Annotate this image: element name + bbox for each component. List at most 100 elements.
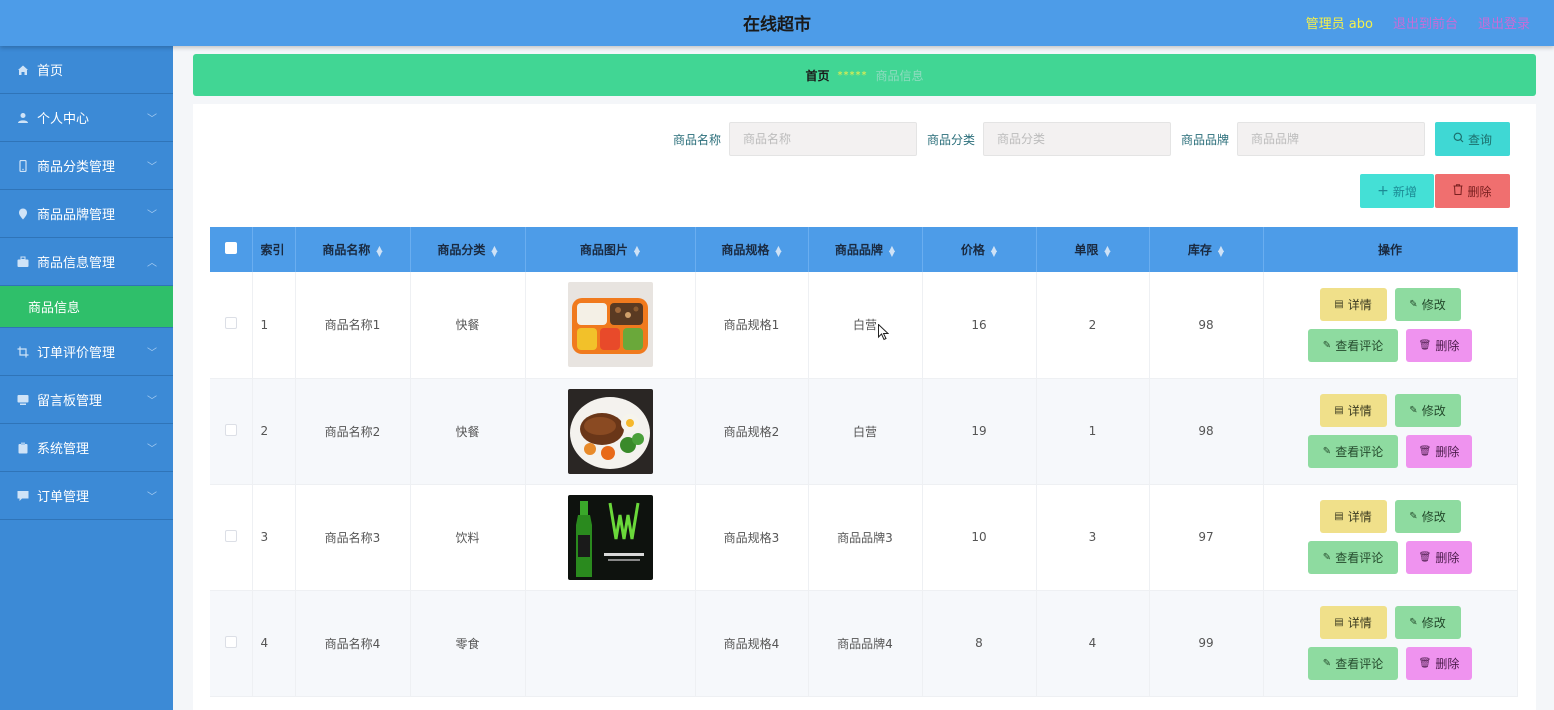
sidebar-item-brand[interactable]: 商品品牌管理 ﹀ bbox=[0, 190, 173, 238]
select-all-checkbox[interactable] bbox=[224, 242, 237, 254]
cell-name: 商品名称3 bbox=[295, 484, 411, 591]
mouse-cursor-icon bbox=[878, 323, 890, 345]
sidebar-item-personal[interactable]: 个人中心 ﹀ bbox=[0, 94, 173, 142]
batch-delete-button[interactable]: 删除 bbox=[1435, 174, 1510, 208]
view-reviews-button[interactable]: ✎ 查看评论 bbox=[1308, 647, 1398, 680]
sort-icon[interactable]: ▲ ▼ bbox=[775, 244, 781, 257]
cell-category: 快餐 bbox=[410, 378, 526, 485]
sidebar-item-goods[interactable]: 商品信息管理 ︿ bbox=[0, 238, 173, 286]
detail-button[interactable]: ▤ 详情 bbox=[1319, 287, 1387, 321]
detail-label: 详情 bbox=[1347, 297, 1372, 312]
sidebar-item-label: 首页 bbox=[37, 64, 64, 79]
sidebar-item-label: 商品品牌管理 bbox=[37, 208, 116, 223]
cell-brand: 白营 bbox=[808, 272, 923, 379]
sort-icon[interactable]: ▲ ▼ bbox=[1104, 244, 1110, 257]
search-category-input[interactable] bbox=[982, 122, 1171, 156]
detail-button[interactable]: ▤ 详情 bbox=[1319, 394, 1387, 427]
sort-icon[interactable]: ▲ ▼ bbox=[1218, 244, 1224, 257]
breadcrumb-separator: ***** bbox=[837, 69, 868, 81]
search-brand-input[interactable] bbox=[1237, 122, 1425, 156]
sidebar-item-label: 订单管理 bbox=[37, 490, 90, 505]
row-checkbox[interactable] bbox=[224, 423, 237, 436]
sidebar-item-review[interactable]: 订单评价管理 ﹀ bbox=[0, 328, 173, 376]
delete-label: 删除 bbox=[1435, 551, 1460, 565]
sidebar-subitem-goods-info[interactable]: 商品信息 bbox=[0, 286, 173, 328]
logout-link[interactable]: 退出登录 bbox=[1478, 13, 1530, 32]
detail-label: 详情 bbox=[1347, 404, 1372, 418]
search-bar: 商品名称 商品分类 商品品牌 查询 bbox=[673, 122, 1510, 156]
view-reviews-button[interactable]: ✎ 查看评论 bbox=[1308, 435, 1398, 468]
edit-label: 修改 bbox=[1421, 297, 1446, 312]
sort-icon[interactable]: ▲ ▼ bbox=[991, 244, 997, 257]
sidebar-item-home[interactable]: 首页 bbox=[0, 46, 173, 94]
chevron-down-icon: ﹀ bbox=[147, 210, 157, 221]
col-header-label: 价格 bbox=[960, 243, 985, 257]
delete-button[interactable]: 🗑 删除 bbox=[1406, 647, 1472, 680]
cell-image bbox=[525, 484, 696, 591]
search-brand-label: 商品品牌 bbox=[1180, 132, 1229, 147]
cell-category: 零食 bbox=[410, 590, 526, 697]
table-header-row: 索引 商品名称 ▲ ▼ 商品分类 ▲ ▼ 商品图片 ▲ ▼ 商品规格 ▲ ▼ 商品品牌 ▲ ▼ 价格… bbox=[210, 227, 1518, 272]
pencil-icon: ✎ bbox=[1409, 511, 1418, 522]
select-all-cell[interactable] bbox=[210, 227, 253, 272]
cell-name: 商品名称2 bbox=[295, 378, 411, 485]
view-reviews-button[interactable]: ✎ 查看评论 bbox=[1308, 328, 1398, 362]
sidebar-item-label: 商品分类管理 bbox=[37, 160, 116, 175]
sort-icon[interactable]: ▲ ▼ bbox=[491, 244, 497, 257]
delete-button[interactable]: 🗑 删除 bbox=[1406, 435, 1472, 468]
col-header-limit[interactable]: 单限 ▲ ▼ bbox=[1036, 227, 1150, 272]
cell-name: 商品名称4 bbox=[295, 590, 411, 697]
search-name-input[interactable] bbox=[728, 122, 917, 156]
back-to-front-link[interactable]: 退出到前台 bbox=[1393, 13, 1458, 32]
sort-icon[interactable]: ▲ ▼ bbox=[889, 244, 895, 257]
edit-button[interactable]: ✎ 修改 bbox=[1394, 287, 1461, 321]
sort-icon[interactable]: ▲ ▼ bbox=[634, 244, 640, 257]
header-links: 管理员 abo 退出到前台 退出登录 bbox=[1306, 13, 1530, 32]
sidebar-item-label: 个人中心 bbox=[37, 112, 90, 127]
query-button-label: 查询 bbox=[1467, 132, 1492, 147]
sort-icon[interactable]: ▲ ▼ bbox=[376, 244, 382, 257]
col-header-category[interactable]: 商品分类 ▲ ▼ bbox=[410, 227, 526, 272]
row-select-cell[interactable] bbox=[210, 484, 253, 591]
sidebar-item-system[interactable]: 系统管理 ﹀ bbox=[0, 424, 173, 472]
row-checkbox[interactable] bbox=[224, 635, 237, 648]
col-header-name[interactable]: 商品名称 ▲ ▼ bbox=[295, 227, 411, 272]
col-header-label: 商品分类 bbox=[437, 243, 486, 257]
col-header-spec[interactable]: 商品规格 ▲ ▼ bbox=[695, 227, 809, 272]
sidebar-subitem-label: 商品信息 bbox=[28, 301, 81, 316]
cell-index: 1 bbox=[252, 272, 296, 379]
cell-name: 商品名称1 bbox=[295, 272, 411, 379]
detail-button[interactable]: ▤ 详情 bbox=[1319, 500, 1387, 533]
breadcrumb-home[interactable]: 首页 bbox=[805, 67, 829, 84]
delete-button[interactable]: 🗑 删除 bbox=[1406, 541, 1472, 574]
sidebar-item-message-board[interactable]: 留言板管理 ﹀ bbox=[0, 376, 173, 424]
col-header-price[interactable]: 价格 ▲ ▼ bbox=[922, 227, 1037, 272]
cell-price: 16 bbox=[922, 272, 1037, 379]
cell-index: 2 bbox=[252, 378, 296, 485]
sidebar-item-category[interactable]: 商品分类管理 ﹀ bbox=[0, 142, 173, 190]
row-select-cell[interactable] bbox=[210, 272, 253, 379]
add-button[interactable]: + 新增 bbox=[1360, 174, 1434, 208]
col-header-image[interactable]: 商品图片 ▲ ▼ bbox=[525, 227, 696, 272]
row-select-cell[interactable] bbox=[210, 378, 253, 485]
cell-limit: 3 bbox=[1036, 484, 1150, 591]
view-reviews-button[interactable]: ✎ 查看评论 bbox=[1308, 541, 1398, 574]
col-header-stock[interactable]: 库存 ▲ ▼ bbox=[1149, 227, 1264, 272]
action-bar: + 新增 删除 bbox=[1360, 174, 1510, 208]
detail-button[interactable]: ▤ 详情 bbox=[1319, 606, 1387, 639]
query-button[interactable]: 查询 bbox=[1435, 122, 1510, 156]
edit-button[interactable]: ✎ 修改 bbox=[1394, 394, 1461, 427]
chevron-up-icon: ︿ bbox=[147, 258, 157, 269]
delete-button[interactable]: 🗑 删除 bbox=[1406, 328, 1472, 362]
sidebar-item-orders[interactable]: 订单管理 ﹀ bbox=[0, 472, 173, 520]
row-select-cell[interactable] bbox=[210, 590, 253, 697]
col-header-brand[interactable]: 商品品牌 ▲ ▼ bbox=[808, 227, 923, 272]
cell-category: 快餐 bbox=[410, 272, 526, 379]
chevron-down-icon: ﹀ bbox=[147, 492, 157, 503]
row-checkbox[interactable] bbox=[224, 529, 237, 542]
document-icon: ▤ bbox=[1334, 617, 1344, 628]
edit-button[interactable]: ✎ 修改 bbox=[1394, 606, 1461, 639]
cell-stock: 97 bbox=[1149, 484, 1264, 591]
row-checkbox[interactable] bbox=[224, 317, 237, 330]
edit-button[interactable]: ✎ 修改 bbox=[1394, 500, 1461, 533]
